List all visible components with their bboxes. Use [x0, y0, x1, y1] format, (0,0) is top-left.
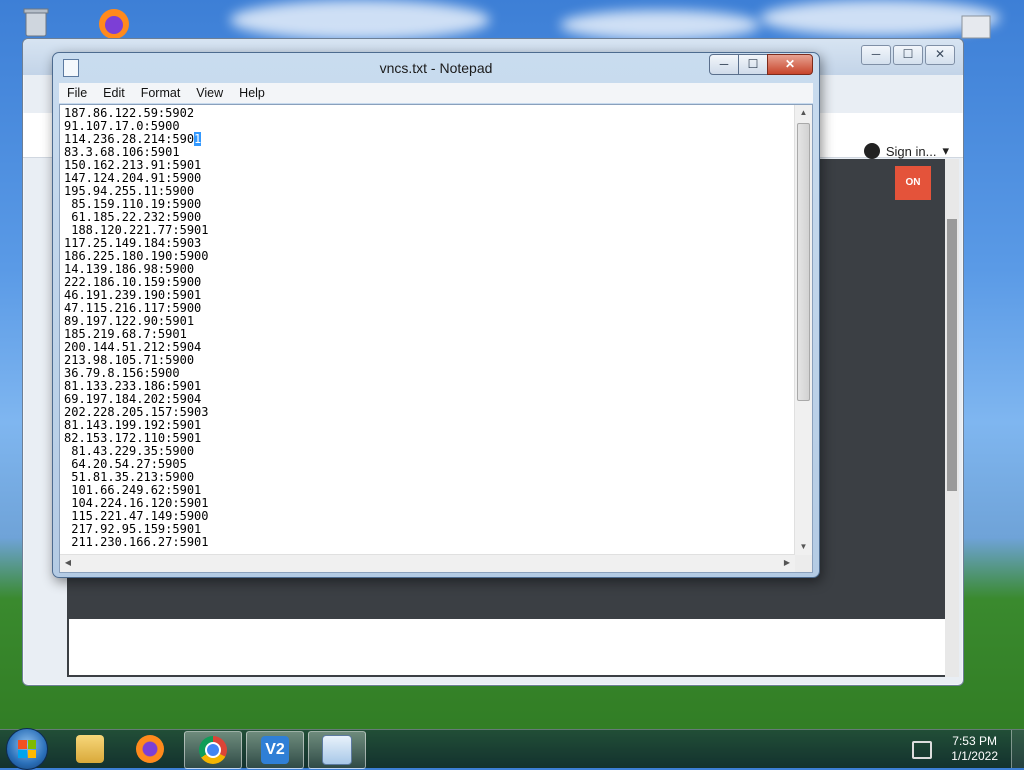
menu-edit[interactable]: Edit — [95, 86, 133, 100]
vnc-icon: V2 — [261, 736, 289, 764]
maximize-button[interactable]: ☐ — [738, 54, 768, 75]
clock-time: 7:53 PM — [952, 734, 997, 748]
vertical-scroll-thumb[interactable] — [797, 123, 810, 401]
minimize-button[interactable]: ─ — [709, 54, 739, 75]
window-controls: ─ ☐ ✕ — [709, 54, 813, 75]
chrome-icon — [199, 736, 227, 764]
notepad-icon — [322, 735, 352, 765]
browser-content-panel — [69, 619, 957, 675]
text-line: 211.230.166.27:5901 — [64, 535, 209, 549]
scroll-down-icon[interactable]: ▼ — [795, 539, 812, 555]
scroll-right-icon[interactable]: ▶ — [779, 555, 795, 571]
menu-help[interactable]: Help — [231, 86, 273, 100]
menu-format[interactable]: Format — [133, 86, 189, 100]
taskbar-firefox[interactable] — [122, 731, 178, 767]
vertical-scrollbar[interactable]: ▲ ▼ — [794, 105, 812, 555]
start-button[interactable] — [6, 728, 48, 770]
chevron-down-icon: ▾ — [942, 143, 949, 158]
windows-logo-icon — [18, 740, 36, 758]
browser-scrollbar[interactable] — [945, 159, 959, 677]
action-button[interactable]: ON — [895, 166, 931, 200]
taskbar-vnc-viewer[interactable]: V2 — [246, 731, 304, 769]
text-content[interactable]: 187.86.122.59:5902 91.107.17.0:5900 114.23… — [64, 107, 790, 552]
browser-scroll-thumb[interactable] — [947, 219, 957, 491]
taskbar-chrome[interactable] — [184, 731, 242, 769]
sign-in-label: Sign in... — [885, 143, 937, 159]
text-selection: 1 — [194, 132, 202, 146]
text-editor[interactable]: 187.86.122.59:5902 91.107.17.0:5900 114.23… — [59, 104, 813, 573]
sign-in-button[interactable]: Sign in... ▾ — [863, 143, 949, 159]
show-desktop-button[interactable] — [1011, 730, 1024, 768]
network-icon[interactable] — [912, 741, 932, 759]
firefox-icon[interactable] — [96, 6, 132, 42]
cloud — [560, 10, 760, 40]
scroll-up-icon[interactable]: ▲ — [795, 105, 812, 121]
cloud — [230, 0, 490, 40]
folder-icon — [76, 735, 104, 763]
avatar-icon — [863, 143, 880, 159]
taskbar-notepad[interactable] — [308, 731, 366, 769]
menu-file[interactable]: File — [59, 86, 95, 100]
firefox-icon — [136, 735, 164, 763]
size-grip — [795, 555, 812, 572]
recycle-bin-icon[interactable] — [18, 4, 54, 40]
notepad-window: vncs.txt - Notepad ─ ☐ ✕ File Edit Forma… — [52, 52, 820, 578]
scroll-left-icon[interactable]: ◀ — [60, 555, 76, 571]
clock-date: 1/1/2022 — [951, 749, 998, 763]
close-button[interactable]: ✕ — [767, 54, 813, 75]
browser-minimize-button[interactable]: ─ — [861, 45, 891, 65]
browser-close-button[interactable]: ✕ — [925, 45, 955, 65]
menu-bar: File Edit Format View Help — [59, 83, 813, 103]
horizontal-scrollbar[interactable]: ◀ ▶ — [60, 554, 795, 572]
browser-maximize-button[interactable]: ☐ — [893, 45, 923, 65]
taskbar-file-explorer[interactable] — [62, 731, 118, 767]
system-clock[interactable]: 7:53 PM 1/1/2022 — [951, 734, 998, 764]
menu-view[interactable]: View — [188, 86, 231, 100]
notepad-title: vncs.txt - Notepad — [379, 60, 493, 76]
taskbar: V2 7:53 PM 1/1/2022 — [0, 728, 1024, 770]
